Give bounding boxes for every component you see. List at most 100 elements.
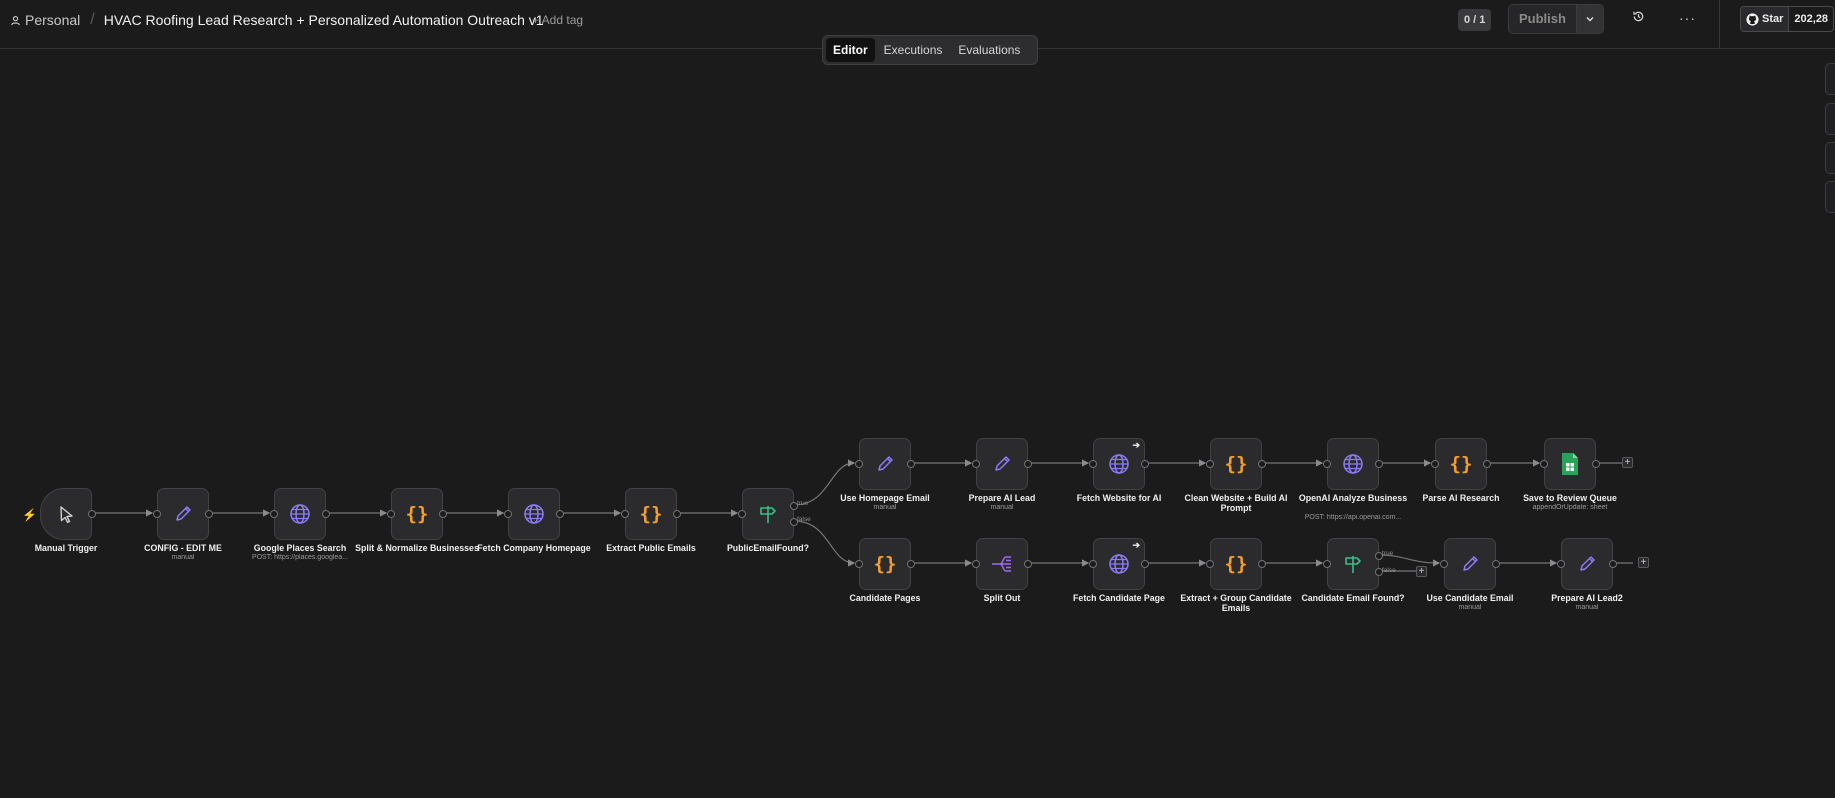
node-fetch-website-for-ai[interactable]: ➔ bbox=[1089, 438, 1149, 490]
node-openai-analyze-business[interactable] bbox=[1323, 438, 1383, 490]
node-label: Candidate Pages bbox=[849, 593, 921, 603]
node-config[interactable] bbox=[153, 488, 213, 540]
node-clean-website-build-prompt[interactable]: {} bbox=[1206, 438, 1266, 490]
output-port[interactable] bbox=[1024, 560, 1032, 568]
code-braces-icon: {} bbox=[640, 503, 663, 525]
pencil-icon bbox=[176, 506, 191, 521]
svg-text:{}: {} bbox=[406, 503, 429, 525]
input-port[interactable] bbox=[738, 510, 746, 518]
node-candidate-pages[interactable]: {} bbox=[855, 538, 915, 590]
node-label: Prepare AI Lead2 bbox=[1551, 593, 1623, 603]
node-public-email-found[interactable] bbox=[738, 488, 798, 540]
input-port[interactable] bbox=[1089, 560, 1097, 568]
output-port[interactable] bbox=[907, 560, 915, 568]
node-split-normalize[interactable]: {} bbox=[387, 488, 447, 540]
node-extract-group-candidate-emails[interactable]: {} bbox=[1206, 538, 1266, 590]
trigger-bolt-icon: ⚡ bbox=[22, 508, 37, 522]
output-port[interactable] bbox=[439, 510, 447, 518]
input-port[interactable] bbox=[855, 560, 863, 568]
branch-label-false: false bbox=[1382, 567, 1396, 574]
node-label: CONFIG - EDIT ME bbox=[144, 543, 222, 553]
node-subtitle: appendOrUpdate: sheet bbox=[1532, 504, 1608, 511]
node-subtitle: manual bbox=[171, 554, 195, 561]
node-label: Extract + Group Candidate Emails bbox=[1180, 593, 1292, 613]
input-port[interactable] bbox=[270, 510, 278, 518]
connections-layer bbox=[92, 459, 1633, 572]
output-port[interactable] bbox=[907, 460, 915, 468]
output-port[interactable] bbox=[205, 510, 213, 518]
signpost-icon bbox=[760, 506, 776, 523]
input-port[interactable] bbox=[855, 460, 863, 468]
add-node-button[interactable]: + bbox=[1622, 457, 1633, 468]
node-label: Fetch Website for AI bbox=[1076, 493, 1162, 503]
node-label: Split Out bbox=[983, 593, 1021, 603]
workflow-canvas[interactable]: ⚡ Manual Trigger CONFIG - EDIT ME manual… bbox=[0, 0, 1835, 798]
node-google-places-search[interactable] bbox=[270, 488, 330, 540]
output-port[interactable] bbox=[1258, 560, 1266, 568]
output-port[interactable] bbox=[1592, 460, 1600, 468]
output-port[interactable] bbox=[1483, 460, 1491, 468]
node-subtitle: manual bbox=[1575, 604, 1599, 611]
node-subtitle: manual bbox=[990, 504, 1014, 511]
input-port[interactable] bbox=[972, 560, 980, 568]
node-split-out[interactable] bbox=[972, 538, 1032, 590]
output-port[interactable] bbox=[673, 510, 681, 518]
arrow-right-icon: ➔ bbox=[1132, 440, 1140, 450]
split-out-icon bbox=[992, 556, 1011, 572]
node-parse-ai-research[interactable]: {} bbox=[1431, 438, 1491, 490]
input-port[interactable] bbox=[972, 460, 980, 468]
svg-text:{}: {} bbox=[1225, 453, 1248, 475]
signpost-icon bbox=[1345, 556, 1361, 573]
node-label: Save to Review Queue bbox=[1523, 493, 1617, 503]
globe-icon bbox=[1343, 454, 1363, 474]
output-port[interactable] bbox=[1141, 560, 1149, 568]
output-port[interactable] bbox=[1492, 560, 1500, 568]
output-port[interactable] bbox=[556, 510, 564, 518]
input-port[interactable] bbox=[621, 510, 629, 518]
input-port[interactable] bbox=[1557, 560, 1565, 568]
input-port[interactable] bbox=[1323, 460, 1331, 468]
code-braces-icon: {} bbox=[406, 503, 429, 525]
output-port[interactable] bbox=[1141, 460, 1149, 468]
input-port[interactable] bbox=[1089, 460, 1097, 468]
node-candidate-email-found[interactable] bbox=[1323, 538, 1383, 590]
input-port[interactable] bbox=[1440, 560, 1448, 568]
node-manual-trigger[interactable] bbox=[40, 488, 96, 540]
output-port[interactable] bbox=[88, 510, 96, 518]
output-port[interactable] bbox=[322, 510, 330, 518]
node-use-homepage-email[interactable] bbox=[855, 438, 915, 490]
node-subtitle: POST: https://api.openai.com... bbox=[1304, 514, 1402, 521]
add-node-button[interactable]: + bbox=[1638, 557, 1649, 568]
input-port[interactable] bbox=[504, 510, 512, 518]
node-use-candidate-email[interactable] bbox=[1440, 538, 1500, 590]
input-port[interactable] bbox=[1540, 460, 1548, 468]
node-extract-public-emails[interactable]: {} bbox=[621, 488, 681, 540]
node-fetch-company-homepage[interactable] bbox=[504, 488, 564, 540]
svg-text:{}: {} bbox=[1225, 553, 1248, 575]
node-prepare-ai-lead[interactable] bbox=[972, 438, 1032, 490]
node-label: PublicEmailFound? bbox=[726, 543, 810, 553]
node-label: Fetch Company Homepage bbox=[477, 543, 591, 553]
input-port[interactable] bbox=[1323, 560, 1331, 568]
globe-icon bbox=[1109, 554, 1129, 574]
node-fetch-candidate-page[interactable]: ➔ bbox=[1089, 538, 1149, 590]
pencil-icon bbox=[1463, 556, 1478, 571]
input-port[interactable] bbox=[1206, 460, 1214, 468]
globe-icon bbox=[290, 504, 310, 524]
input-port[interactable] bbox=[387, 510, 395, 518]
output-port[interactable] bbox=[1609, 560, 1617, 568]
input-port[interactable] bbox=[1431, 460, 1439, 468]
node-save-to-review-queue[interactable] bbox=[1540, 438, 1600, 490]
branch-label-true: true bbox=[797, 500, 809, 507]
input-port[interactable] bbox=[1206, 560, 1214, 568]
node-label: Extract Public Emails bbox=[606, 543, 696, 553]
connection-false-branch bbox=[793, 520, 856, 567]
output-port[interactable] bbox=[1375, 460, 1383, 468]
code-braces-icon: {} bbox=[1225, 453, 1248, 475]
google-sheets-icon bbox=[1562, 453, 1578, 475]
input-port[interactable] bbox=[153, 510, 161, 518]
output-port[interactable] bbox=[1258, 460, 1266, 468]
output-port[interactable] bbox=[1024, 460, 1032, 468]
node-prepare-ai-lead2[interactable] bbox=[1557, 538, 1617, 590]
add-node-button[interactable]: + bbox=[1416, 566, 1427, 577]
